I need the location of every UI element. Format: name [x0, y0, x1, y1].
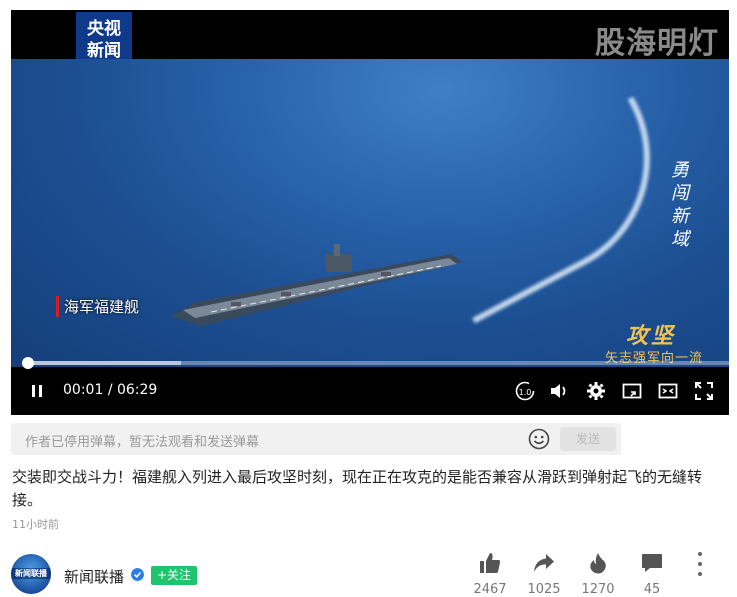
progress-bar[interactable] [22, 357, 729, 369]
follow-button[interactable]: +关注 [151, 566, 197, 585]
send-danmaku-button[interactable]: 发送 [560, 427, 616, 451]
avatar-label: 新闻联播 [11, 568, 51, 579]
share-action[interactable]: 1025 [522, 551, 566, 597]
duration: 06:29 [116, 382, 158, 398]
share-count: 1025 [527, 582, 561, 597]
like-count: 2467 [473, 582, 507, 597]
aircraft-carrier-image [171, 244, 463, 326]
hot-action[interactable]: 1270 [576, 551, 620, 597]
avatar[interactable]: 新闻联播 [11, 554, 51, 594]
emoji-icon[interactable] [528, 428, 550, 450]
vertical-calligraphy: 勇闯新域 [671, 160, 689, 250]
progress-knob[interactable] [22, 357, 35, 369]
playback-speed-button[interactable]: 1.0 [513, 379, 537, 403]
slogan-title: 攻坚 [626, 323, 677, 349]
picture-in-picture-icon [622, 383, 642, 399]
video-caption: 海军福建舰 [56, 296, 139, 317]
comment-action[interactable]: 45 [630, 551, 674, 597]
flame-icon [590, 553, 606, 574]
thumbs-up-icon [480, 553, 501, 573]
picture-in-picture-button[interactable] [620, 379, 644, 403]
pause-button[interactable] [25, 379, 49, 403]
settings-icon [587, 382, 605, 400]
hot-count: 1270 [581, 582, 615, 597]
fullscreen-button[interactable] [692, 379, 716, 403]
video-player[interactable]: 央视 新闻 股海明灯 海军福建舰 勇闯新域 攻坚 矢志强军向一流 00:01 /… [11, 10, 729, 415]
like-action[interactable]: 2467 [468, 551, 512, 597]
video-description: 交装即交战斗力！福建舰入列进入最后攻坚时刻，现在正在攻克的是能否兼容从滑跃到弹射… [12, 468, 703, 509]
current-time: 00:01 [63, 382, 104, 398]
more-options-icon[interactable] [692, 552, 708, 576]
danmaku-bar: 作者已停用弹幕，暂无法观看和发送弹幕 发送 [11, 423, 621, 455]
video-frame[interactable]: 海军福建舰 勇闯新域 攻坚 矢志强军向一流 [11, 59, 729, 367]
web-fullscreen-button[interactable] [656, 379, 680, 403]
buffered-bar [27, 361, 182, 365]
volume-icon [551, 384, 566, 398]
settings-button[interactable] [584, 379, 608, 403]
comment-count: 45 [643, 582, 661, 597]
fullscreen-icon [695, 382, 713, 400]
pause-icon [32, 385, 42, 397]
web-fullscreen-icon [658, 383, 678, 399]
post-time: 11小时前 [12, 518, 59, 531]
volume-button[interactable] [547, 379, 571, 403]
time-separator: / [107, 382, 113, 398]
time-display: 00:01 / 06:29 [63, 382, 157, 398]
danmaku-placeholder: 作者已停用弹幕，暂无法观看和发送弹幕 [25, 435, 260, 450]
comment-icon [642, 554, 662, 572]
author-name[interactable]: 新闻联播 [64, 566, 124, 587]
playback-speed-icon: 1.0 [515, 381, 535, 401]
share-icon [534, 554, 554, 572]
watermark: 股海明灯 [595, 26, 719, 61]
svg-text:1.0: 1.0 [519, 388, 532, 397]
verified-badge-icon [131, 568, 144, 581]
logo-line-1: 央视 [87, 19, 121, 39]
player-controls: 00:01 / 06:29 1.0 [11, 375, 729, 407]
